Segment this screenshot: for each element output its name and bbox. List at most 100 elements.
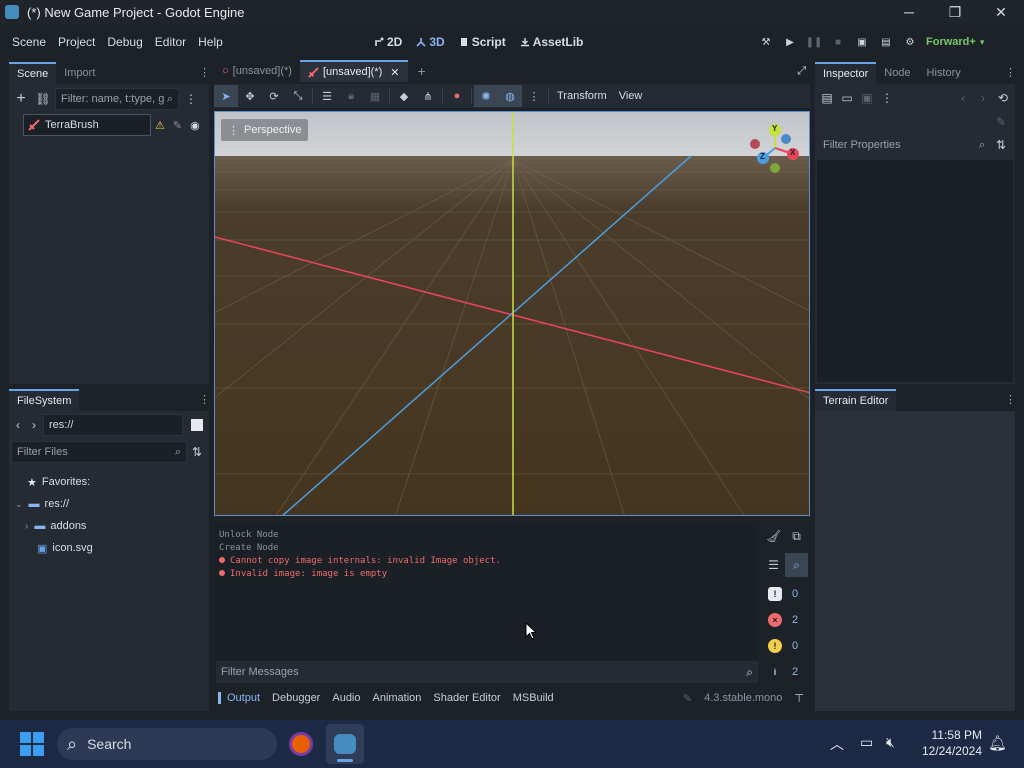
inspector-options-icon[interactable]: ⋮ [877,88,897,108]
script-attached-icon[interactable]: ✎ [173,119,182,132]
workspace-script[interactable]: Script [459,35,506,49]
menu-debug[interactable]: Debug [101,35,148,49]
windows-start-icon[interactable] [20,732,44,756]
scene-options-icon[interactable]: ⋮ [181,89,201,109]
godot-taskbar-icon[interactable] [326,724,364,764]
info-filter-toggle[interactable]: i 2 [762,660,808,684]
record-icon[interactable]: ● [445,85,469,107]
local-space-icon[interactable]: ◆ [392,85,416,107]
view-gizmo[interactable]: Y X Z [745,120,805,178]
transform-menu[interactable]: Transform [551,90,613,102]
sort-icon[interactable]: ⇅ [187,442,207,462]
close-window-button[interactable]: ✕ [978,0,1024,24]
path-field[interactable]: res:// [43,414,183,436]
chevron-down-icon[interactable]: ⌄ [15,499,23,510]
pause-icon[interactable]: ❚❚ [802,30,826,54]
expand-panel-icon[interactable]: ⊤ [794,692,804,705]
close-icon[interactable]: ✕ [390,66,399,79]
list-item[interactable]: ⌄ ▬ res:// [9,493,209,515]
tab-filesystem[interactable]: FileSystem [9,389,80,411]
tab-history[interactable]: History [919,62,969,84]
tab-terrain-editor[interactable]: Terrain Editor [815,389,897,411]
tab-node[interactable]: Node [876,62,918,84]
perspective-button[interactable]: ⋮ Perspective [221,119,309,141]
chevron-right-icon[interactable]: › [25,521,28,532]
viewport-scene[interactable] [215,112,810,516]
distraction-free-icon[interactable]: ⤢ [797,65,806,78]
workspace-2d[interactable]: 2D [374,35,402,49]
sun-preview-icon[interactable]: ✺ [474,85,498,107]
chevron-down-icon[interactable]: ▾ [980,37,985,48]
workspace-3d[interactable]: 3D [416,35,445,49]
remote-debug-icon[interactable]: ▣ [850,30,874,54]
list-item[interactable]: › ▬ addons [9,515,209,537]
error-filter-toggle[interactable]: × 2 [762,608,808,632]
workspace-assetlib[interactable]: AssetLib [520,35,583,49]
clock[interactable]: 11:58 PM 12/24/2024 [912,728,982,758]
clear-output-icon[interactable]: 🧹︎ [762,524,785,548]
property-filter-input[interactable]: Filter Properties ⌕ [817,134,991,156]
tab-inspector[interactable]: Inspector [815,62,877,84]
firefox-icon[interactable] [289,732,313,756]
sort-icon[interactable]: ⇅ [991,135,1011,155]
menu-project[interactable]: Project [52,35,101,49]
rotate-tool-icon[interactable]: ⟳ [262,85,286,107]
output-log[interactable]: Unlock Node Create Node Cannot copy imag… [216,524,758,660]
wrench-icon[interactable]: ✎ [991,112,1011,132]
lock-icon[interactable]: 🔒︎ [339,85,363,107]
menu-kebab-icon[interactable]: ⋮ [199,393,210,407]
link-icon[interactable]: ⛓ [33,89,53,109]
list-select-icon[interactable]: ☰ [315,85,339,107]
visibility-eye-icon[interactable]: ◉ [190,119,200,132]
play-icon[interactable]: ▶ [778,30,802,54]
menu-scene[interactable]: Scene [6,35,52,49]
menu-kebab-icon[interactable]: ⋮ [1005,393,1016,407]
history-forward-icon[interactable]: › [973,88,993,108]
message-filter-input[interactable]: Filter Messages ⌕ [216,661,758,683]
scene-root-node[interactable]: TerraBrush ⚠ ✎ ◉ [23,114,209,136]
hammer-icon[interactable]: ⚒ [754,30,778,54]
move-tool-icon[interactable]: ✥ [238,85,262,107]
tab-import[interactable]: Import [56,62,103,84]
menu-help[interactable]: Help [192,35,229,49]
list-item[interactable]: ▣ icon.svg [9,537,209,559]
volume-icon[interactable]: 🔇︎ [886,734,895,751]
view-menu[interactable]: View [613,90,649,102]
message-filter-toggle[interactable]: ! 0 [762,582,808,606]
minimize-button[interactable]: ─ [886,0,932,24]
add-tab-icon[interactable]: + [418,63,426,79]
back-icon[interactable]: ‹ [11,415,25,435]
stop-icon[interactable]: ■ [826,30,850,54]
collapse-messages-icon[interactable]: ☰ [762,553,785,577]
file-filter-input[interactable]: Filter Files ⌕ [11,441,187,463]
3d-viewport[interactable]: ⋮ Perspective Y X Z [214,111,810,516]
network-icon[interactable]: ▭ [860,734,873,751]
scale-tool-icon[interactable]: ⤡ [286,85,310,107]
snap-icon[interactable]: ⋔ [416,85,440,107]
tab-scene[interactable]: Scene [9,62,57,84]
history-back-icon[interactable]: ‹ [953,88,973,108]
tab-msbuild[interactable]: MSBuild [513,692,554,704]
save-resource-icon[interactable]: ▣ [857,88,877,108]
tab-debugger[interactable]: Debugger [272,692,320,704]
select-tool-icon[interactable]: ➤ [214,85,238,107]
list-item[interactable]: ★ Favorites: [9,471,209,493]
environment-preview-icon[interactable]: ◍ [498,85,522,107]
chevron-up-icon[interactable]: ︿ [830,734,844,754]
taskbar-search[interactable]: ⌕ Search [57,728,277,760]
add-node-icon[interactable]: + [11,89,31,109]
search-toggle-icon[interactable]: ⌕ [785,553,808,577]
object-history-icon[interactable]: ⟲ [993,88,1013,108]
toggle-split-icon[interactable] [191,419,203,431]
warning-filter-toggle[interactable]: ! 0 [762,634,808,658]
play-scene-icon[interactable]: ▤ [874,30,898,54]
forward-icon[interactable]: › [27,415,41,435]
tab-animation[interactable]: Animation [373,692,422,704]
scene-tab[interactable]: ○ [unsaved](*) [214,60,300,82]
menu-editor[interactable]: Editor [149,35,192,49]
group-icon[interactable]: ▦ [363,85,387,107]
viewport-options-icon[interactable]: ⋮ [522,85,546,107]
menu-kebab-icon[interactable]: ⋮ [199,66,210,80]
menu-kebab-icon[interactable]: ⋮ [1005,66,1016,80]
new-resource-icon[interactable]: ▤ [817,88,837,108]
